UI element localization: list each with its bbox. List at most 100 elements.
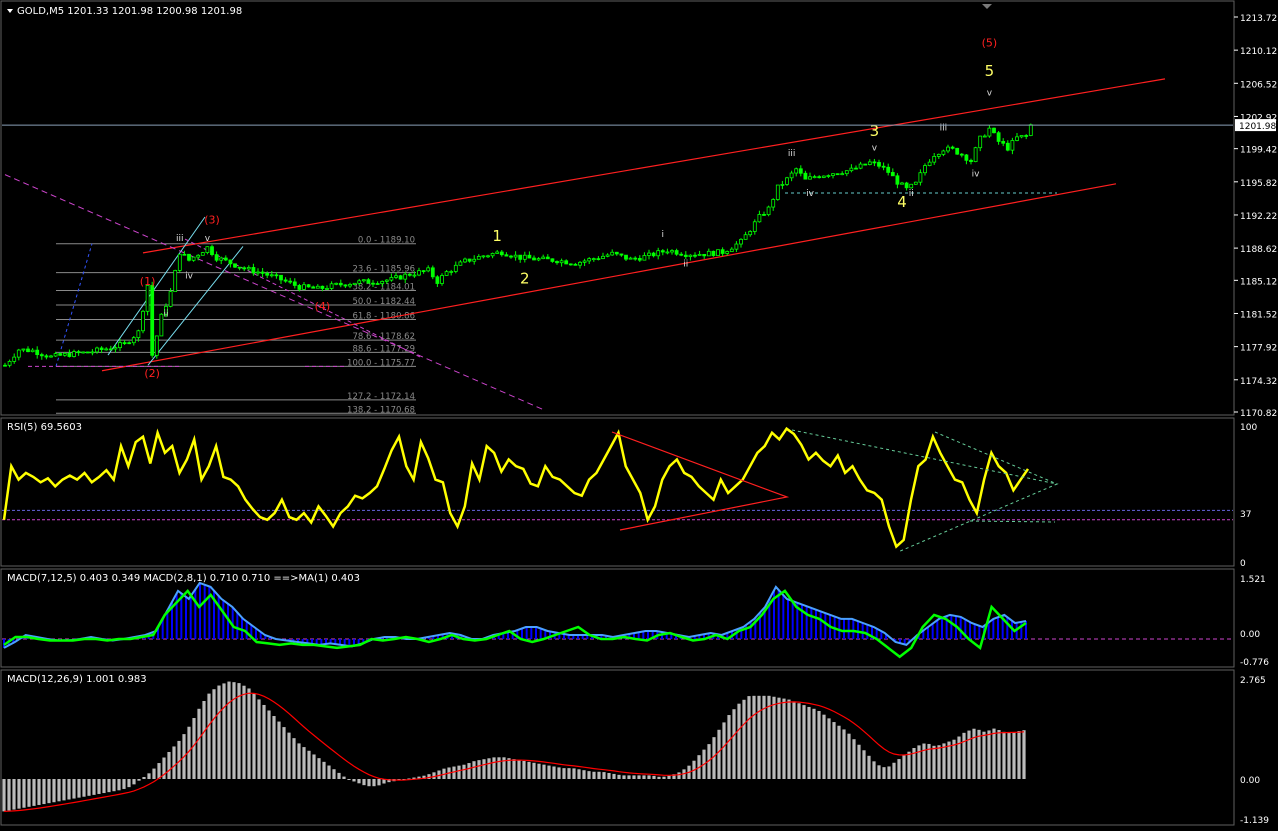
candle-body <box>532 257 536 261</box>
macd-slow-bar <box>667 775 671 779</box>
candle-body <box>334 282 339 285</box>
macd-slow-bar <box>587 771 591 779</box>
macd-slow-bar <box>817 710 821 779</box>
candle-body <box>863 163 868 166</box>
candle-body <box>187 253 191 261</box>
fib-level-label: 78.6 - 1178.62 <box>352 332 415 342</box>
macd-slow-bar <box>572 768 576 779</box>
macd-slow-bar <box>227 681 231 779</box>
candle-body <box>909 183 914 189</box>
candle-body <box>269 274 274 277</box>
macd-slow-bar <box>872 761 876 779</box>
macd-fast-main-line <box>3 588 1027 659</box>
macd-slow-bar <box>92 779 96 795</box>
candle-body <box>831 173 835 176</box>
candle-body <box>854 167 858 170</box>
macd-slow-bar <box>802 705 806 779</box>
macd-slow-bar <box>727 715 731 779</box>
macd-slow-bar <box>537 763 541 779</box>
macd-slow-bar <box>357 779 361 784</box>
candle-body <box>849 167 854 172</box>
price-axis-label: 1195.82 <box>1240 179 1277 189</box>
macd-slow-bar <box>197 708 201 779</box>
macd-slow-bar <box>217 685 221 779</box>
candle-body <box>711 250 716 256</box>
macd-slow-bar <box>377 779 381 786</box>
macd-slow-bar <box>342 776 346 779</box>
candle-body <box>743 234 748 240</box>
candle-body <box>840 173 845 176</box>
candle-body <box>674 250 679 255</box>
macd-slow-bar <box>602 772 606 779</box>
price-axis: 1213.721210.121206.521202.921199.421195.… <box>1234 14 1277 826</box>
candle-body <box>403 273 408 280</box>
macd-fast-indicator <box>2 581 1233 659</box>
macd-slow-bar <box>772 696 776 779</box>
chart-window[interactable]: GOLD,M5 1201.33 1201.98 1200.98 1201.98 … <box>0 0 1278 827</box>
macd-slow-bar <box>152 768 156 779</box>
macd-slow-bar <box>1002 731 1006 779</box>
macd-slow-bar <box>47 779 51 804</box>
candle-body <box>665 251 670 254</box>
wave-label: (1) <box>140 275 156 288</box>
macd-slow-bar <box>622 775 626 779</box>
macd-slow-bar <box>997 729 1001 779</box>
macd-slow-bar <box>1017 731 1021 779</box>
macd-slow-bar <box>487 758 491 779</box>
macd-slow-bar <box>962 732 966 779</box>
macd-slow-bar <box>272 716 276 779</box>
candle-body <box>407 273 412 276</box>
macd-slow-bar <box>922 743 926 779</box>
macd-slow-bar <box>967 730 971 779</box>
macd-slow-bar <box>127 779 131 788</box>
macd-slow-bar <box>842 729 846 779</box>
candle-body <box>297 285 302 290</box>
indicator-axis-label: 0 <box>1240 559 1246 569</box>
indicator-axis-label: 2.765 <box>1240 676 1266 686</box>
macd-slow-bar <box>97 779 101 794</box>
macd-slow-bar <box>902 755 906 779</box>
macd-slow-bar <box>562 768 566 779</box>
candle-body <box>702 253 707 257</box>
macd-slow-bar <box>362 779 366 786</box>
candle-body <box>159 313 164 337</box>
chart-menu-arrow-icon[interactable] <box>7 9 13 13</box>
macd-slow-bar <box>252 693 256 779</box>
candle-body <box>568 263 573 266</box>
chart-shift-marker-icon[interactable] <box>982 4 992 9</box>
macd-slow-bar <box>862 750 866 779</box>
candle-body <box>927 161 932 166</box>
candle-body <box>242 267 247 270</box>
candle-body <box>610 251 615 256</box>
candle-body <box>624 254 628 260</box>
fibonacci-retracement[interactable]: 0.0 - 1189.1023.6 - 1185.9638.2 - 1184.0… <box>55 236 416 416</box>
candle-body <box>237 266 242 269</box>
candle-body <box>265 272 270 276</box>
candle-body <box>380 280 385 284</box>
macd-slow-bar <box>987 730 991 779</box>
macd-slow-bar <box>497 757 501 779</box>
candle-body <box>58 353 63 356</box>
indicator-axis-label: 37 <box>1240 510 1251 520</box>
candle-body <box>1024 135 1029 137</box>
wave-label: v <box>872 144 878 154</box>
macd-slow-bar <box>867 755 871 779</box>
candle-body <box>895 175 900 185</box>
wave-label: 2 <box>520 269 530 287</box>
current-price-line: 1201.98 <box>2 119 1276 132</box>
candle-body <box>256 271 260 274</box>
candle-body <box>541 256 546 260</box>
macd-slow-bar <box>837 725 841 779</box>
indicator-axis-label: 100 <box>1240 423 1257 433</box>
price-axis-label: 1174.32 <box>1240 377 1277 387</box>
macd-slow-bar <box>212 689 216 779</box>
wave-label: (2) <box>144 367 160 380</box>
candle-body <box>780 184 785 186</box>
wave-label: iv <box>972 169 981 179</box>
candle-body <box>104 348 109 351</box>
macd-slow-bar <box>332 769 336 779</box>
macd-slow-bar <box>827 718 831 779</box>
candle-body <box>647 252 651 256</box>
macd-slow-bar <box>352 779 356 782</box>
candle-body <box>614 251 619 255</box>
